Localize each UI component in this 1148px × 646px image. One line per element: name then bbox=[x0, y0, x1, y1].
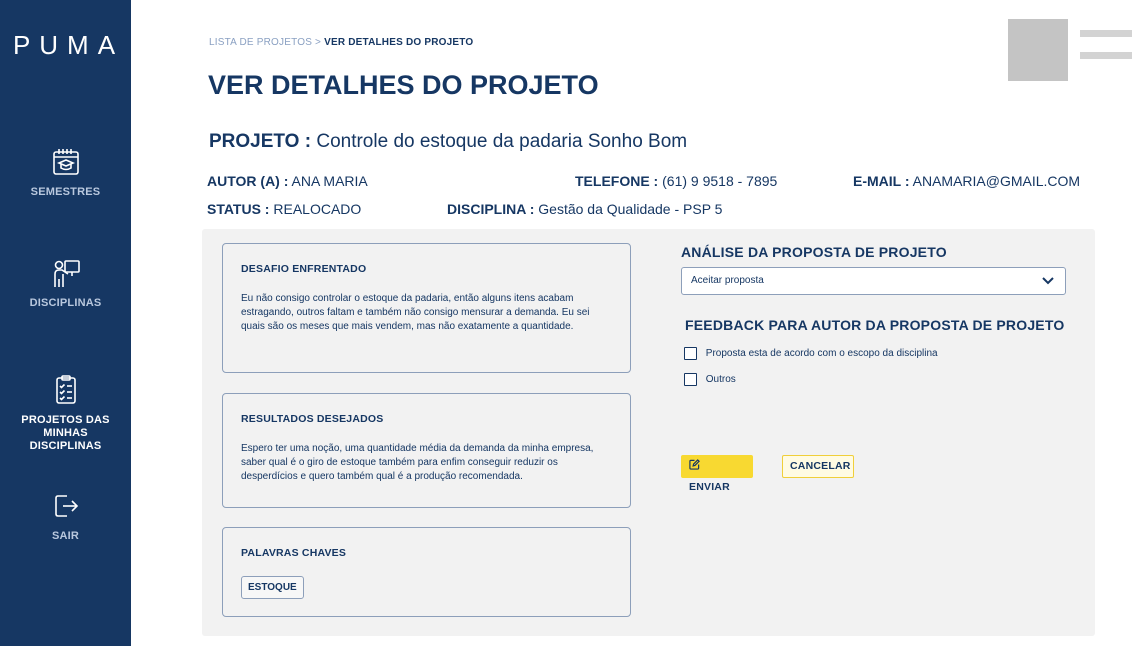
challenge-card: DESAFIO ENFRENTADO Eu não consigo contro… bbox=[222, 243, 631, 373]
feedback-option-others[interactable]: Outros bbox=[684, 373, 736, 386]
menu-bar bbox=[1080, 52, 1132, 59]
menu-bar bbox=[1080, 30, 1132, 37]
feedback-title: FEEDBACK PARA AUTOR DA PROPOSTA DE PROJE… bbox=[685, 317, 1065, 333]
submit-button-label: ENVIAR bbox=[689, 481, 730, 493]
checkbox-label: Outros bbox=[705, 374, 736, 385]
phone-label: TELEFONE : bbox=[575, 173, 659, 189]
email-value: ANAMARIA@GMAIL.COM bbox=[912, 173, 1081, 189]
submit-button[interactable]: ENVIAR bbox=[681, 455, 753, 493]
card-title: DESAFIO ENFRENTADO bbox=[241, 263, 367, 275]
card-text: Eu não consigo controlar o estoque da pa… bbox=[241, 293, 590, 332]
discipline-label: DISCIPLINA : bbox=[447, 201, 535, 217]
sidebar-item-disciplinas[interactable]: DISCIPLINAS bbox=[0, 257, 131, 310]
edit-icon bbox=[689, 459, 700, 470]
checkbox[interactable] bbox=[684, 347, 697, 360]
analysis-select[interactable]: Aceitar proposta bbox=[681, 267, 1066, 295]
user-avatar-placeholder[interactable] bbox=[1008, 19, 1068, 81]
project-name: PROJETO : Controle do estoque da padaria… bbox=[209, 131, 687, 153]
author-value: ANA MARIA bbox=[291, 173, 368, 189]
page-title: VER DETALHES DO PROJETO bbox=[208, 70, 599, 100]
author-label: AUTOR (A) : bbox=[207, 173, 289, 189]
card-text: Espero ter uma noção, uma quantidade méd… bbox=[241, 443, 594, 482]
calendar-graduation-icon bbox=[52, 149, 79, 175]
author-info: AUTOR (A) : ANA MARIA bbox=[207, 173, 368, 189]
sidebar-item-label: SEMESTRES bbox=[30, 186, 101, 198]
results-card: RESULTADOS DESEJADOS Espero ter uma noçã… bbox=[222, 393, 631, 508]
discipline-value: Gestão da Qualidade - PSP 5 bbox=[538, 201, 723, 217]
breadcrumb: LISTA DE PROJETOS > VER DETALHES DO PROJ… bbox=[209, 37, 473, 48]
keywords-card: PALAVRAS CHAVES ESTOQUE bbox=[222, 527, 631, 617]
project-name-label: PROJETO : bbox=[209, 131, 312, 152]
discipline-info: DISCIPLINA : Gestão da Qualidade - PSP 5 bbox=[447, 201, 722, 217]
email-info: E-MAIL : ANAMARIA@GMAIL.COM bbox=[853, 173, 1080, 189]
phone-value: (61) 9 9518 - 7895 bbox=[662, 173, 778, 189]
sidebar-item-label: DISCIPLINAS bbox=[29, 297, 102, 309]
sidebar-item-label: SAIR bbox=[51, 530, 80, 542]
cancel-button[interactable]: CANCELAR bbox=[782, 455, 854, 478]
teacher-board-icon bbox=[53, 260, 80, 287]
status-value: REALOCADO bbox=[273, 201, 362, 217]
app-logo: PUMA bbox=[12, 30, 125, 60]
analysis-title: ANÁLISE DA PROPOSTA DE PROJETO bbox=[681, 244, 947, 260]
card-title: RESULTADOS DESEJADOS bbox=[241, 413, 384, 425]
sidebar-item-sair[interactable]: SAIR bbox=[0, 490, 131, 543]
phone-info: TELEFONE : (61) 9 9518 - 7895 bbox=[575, 173, 777, 189]
logout-icon bbox=[54, 495, 78, 517]
breadcrumb-current: VER DETALHES DO PROJETO bbox=[324, 37, 474, 48]
clipboard-checklist-icon bbox=[55, 375, 76, 404]
feedback-option-scope[interactable]: Proposta esta de acordo com o escopo da … bbox=[684, 347, 938, 360]
checkbox-label: Proposta esta de acordo com o escopo da … bbox=[705, 348, 938, 359]
breadcrumb-link[interactable]: LISTA DE PROJETOS bbox=[209, 37, 312, 48]
sidebar-item-projetos[interactable]: PROJETOS DAS MINHAS DISCIPLINAS bbox=[0, 374, 131, 453]
select-value: Aceitar proposta bbox=[691, 275, 764, 286]
sidebar-item-semestres[interactable]: SEMESTRES bbox=[0, 146, 131, 199]
chevron-down-icon bbox=[1042, 277, 1054, 285]
sidebar: PUMA SEMESTRES DISCIPLINAS PROJETOS DAS … bbox=[0, 0, 131, 646]
sidebar-item-label: PROJETOS DAS MINHAS DISCIPLINAS bbox=[21, 414, 110, 452]
breadcrumb-separator: > bbox=[315, 37, 322, 48]
status-label: STATUS : bbox=[207, 201, 270, 217]
status-info: STATUS : REALOCADO bbox=[207, 201, 361, 217]
project-name-value: Controle do estoque da padaria Sonho Bom bbox=[316, 131, 688, 152]
keyword-tag[interactable]: ESTOQUE bbox=[241, 576, 304, 599]
checkbox[interactable] bbox=[684, 373, 697, 386]
card-title: PALAVRAS CHAVES bbox=[241, 547, 347, 559]
email-label: E-MAIL : bbox=[853, 173, 910, 189]
